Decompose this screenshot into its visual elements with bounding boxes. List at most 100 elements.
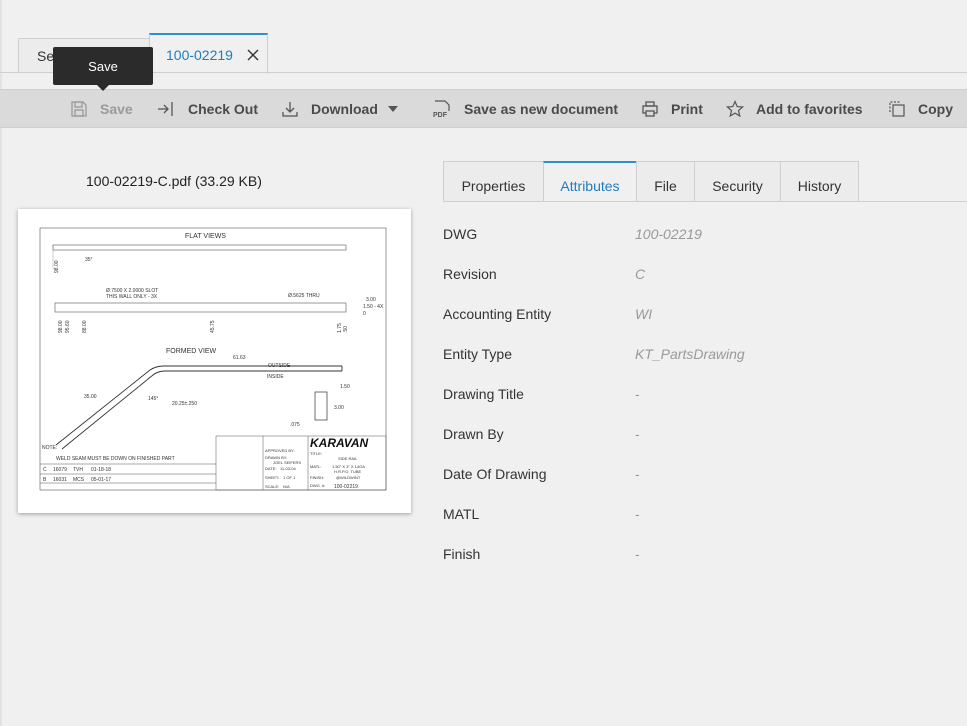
drawing-dim-0: 0 bbox=[363, 311, 366, 317]
drawing-logo: KARAVAN bbox=[310, 436, 369, 450]
attribute-label: Date Of Drawing bbox=[443, 466, 547, 482]
drawing-scale-label: SCALE: bbox=[265, 484, 279, 489]
property-tabs-divider bbox=[443, 201, 967, 202]
attribute-value: 100-02219 bbox=[635, 226, 702, 242]
save-as-new-document-button[interactable]: PDF Save as new document bbox=[432, 90, 618, 128]
attribute-row-date-of-drawing: Date Of Drawing - bbox=[443, 466, 967, 486]
tab-document[interactable]: 100-02219 bbox=[149, 33, 268, 74]
drawing-rev-b-by: MCS bbox=[73, 477, 85, 483]
attribute-row-accounting-entity: Accounting Entity WI bbox=[443, 306, 967, 326]
save-as-new-label: Save as new document bbox=[464, 101, 619, 117]
drawing-rev-c-date: 01-18-18 bbox=[91, 467, 111, 473]
drawing-dim-8800: 88.00 bbox=[82, 320, 88, 333]
drawing-matl-label: MATL: bbox=[310, 464, 321, 469]
attribute-value: - bbox=[635, 546, 640, 562]
drawing-note-label: NOTE: bbox=[42, 445, 57, 451]
drawing-inside-label: INSIDE bbox=[267, 374, 284, 380]
attribute-row-entity-type: Entity Type KT_PartsDrawing bbox=[443, 346, 967, 366]
drawing-wall-label: THIS WALL ONLY - 3X bbox=[106, 294, 158, 300]
attribute-label: DWG bbox=[443, 226, 478, 242]
drawing-preview: FLAT VIEWS 35° 98.00 Ø.7500 X 2.0000 SLO… bbox=[39, 227, 387, 491]
attribute-row-drawn-by: Drawn By - bbox=[443, 426, 967, 446]
attribute-value: - bbox=[635, 386, 640, 402]
copy-label: Copy bbox=[918, 101, 953, 117]
drawing-formed-view-label: FORMED VIEW bbox=[166, 348, 217, 355]
copy-icon bbox=[889, 101, 905, 117]
floppy-disk-icon bbox=[71, 101, 87, 117]
drawing-dim-150: 1.50 bbox=[340, 384, 350, 390]
save-button[interactable]: Save bbox=[70, 90, 133, 128]
print-label: Print bbox=[671, 101, 703, 117]
drawing-approved-label: APPROVED BY: bbox=[265, 448, 295, 453]
svg-text:PDF: PDF bbox=[433, 112, 448, 118]
check-out-button[interactable]: Check Out bbox=[156, 90, 258, 128]
add-to-favorites-button[interactable]: Add to favorites bbox=[726, 90, 863, 128]
attribute-label: Drawn By bbox=[443, 426, 504, 442]
document-preview[interactable]: FLAT VIEWS 35° 98.00 Ø.7500 X 2.0000 SLO… bbox=[18, 209, 411, 513]
drawing-dim-300: 3.00 bbox=[334, 405, 344, 411]
drawing-rev-b-ecn: 16031 bbox=[53, 477, 67, 483]
drawing-date-label: DATE: bbox=[265, 466, 276, 471]
attribute-value: - bbox=[635, 506, 640, 522]
download-label: Download bbox=[311, 101, 378, 117]
pdf-icon: PDF bbox=[433, 100, 450, 118]
attribute-label: Entity Type bbox=[443, 346, 513, 362]
drawing-matl-value2: H.R.P.O. TUBE bbox=[334, 469, 362, 474]
download-button[interactable]: Download bbox=[281, 90, 398, 128]
attribute-row-dwg: DWG 100-02219 bbox=[443, 226, 967, 246]
tab-history[interactable]: History bbox=[780, 161, 859, 201]
add-to-favorites-label: Add to favorites bbox=[756, 101, 863, 117]
drawing-dim-6163: 61.63 bbox=[233, 355, 246, 361]
tab-search-label: Se bbox=[37, 48, 55, 64]
drawing-dim-9560: 95.60 bbox=[65, 320, 71, 333]
tab-security[interactable]: Security bbox=[694, 161, 780, 201]
attribute-row-drawing-title: Drawing Title - bbox=[443, 386, 967, 406]
drawing-dim-98: 98.00 bbox=[54, 260, 60, 273]
drawing-rev-b: B bbox=[43, 477, 47, 483]
drawing-dim-300b: 3.00 bbox=[366, 297, 376, 303]
check-out-icon bbox=[158, 102, 173, 116]
drawing-dim-075: .075 bbox=[290, 422, 300, 428]
drawing-dim-3500: 35.00 bbox=[84, 394, 97, 400]
drawing-rev-c-by: TVH bbox=[73, 467, 83, 473]
attribute-row-revision: Revision C bbox=[443, 266, 967, 286]
drawing-title-value: SIDE RAIL bbox=[338, 456, 358, 461]
toolbar: Save Check Out Download PDF Save as new … bbox=[0, 89, 967, 128]
attribute-label: MATL bbox=[443, 506, 480, 522]
attribute-value: WI bbox=[635, 306, 653, 322]
drawing-dwg-label: DWG. #: bbox=[310, 483, 325, 488]
star-icon bbox=[726, 100, 744, 118]
attribute-row-matl: MATL - bbox=[443, 506, 967, 526]
attribute-value: - bbox=[635, 426, 640, 442]
check-out-label: Check Out bbox=[188, 101, 259, 117]
print-button[interactable]: Print bbox=[641, 90, 703, 128]
drawing-finish-value: @WILDWINT bbox=[336, 475, 361, 480]
drawing-dim-50: .50 bbox=[343, 326, 349, 333]
drawing-dim-4575: 45.75 bbox=[210, 320, 216, 333]
close-icon[interactable] bbox=[246, 48, 260, 62]
drawing-drawn-value: JOEL SEIFERS bbox=[273, 460, 301, 465]
drawing-thru-label: Ø.5625 THRU bbox=[288, 293, 320, 299]
attribute-label: Accounting Entity bbox=[443, 306, 552, 322]
save-tooltip: Save bbox=[53, 47, 153, 85]
drawing-dim-35: 35° bbox=[85, 257, 93, 263]
printer-icon bbox=[642, 101, 658, 117]
attribute-value: KT_PartsDrawing bbox=[635, 346, 745, 362]
attribute-row-finish: Finish - bbox=[443, 546, 967, 566]
attribute-label: Drawing Title bbox=[443, 386, 524, 402]
attribute-value: - bbox=[635, 466, 640, 482]
drawing-sheet-value: 1 OF 1 bbox=[283, 475, 296, 480]
tab-properties[interactable]: Properties bbox=[443, 161, 543, 201]
tab-attributes[interactable]: Attributes bbox=[543, 161, 636, 201]
property-tabs: Properties Attributes File Security Hist… bbox=[443, 161, 859, 201]
copy-button[interactable]: Copy bbox=[888, 90, 953, 128]
drawing-flat-views-label: FLAT VIEWS bbox=[185, 233, 226, 240]
chevron-down-icon bbox=[387, 106, 398, 112]
drawing-sheet-label: SHEET: bbox=[265, 475, 279, 480]
drawing-title-label: TITLE: bbox=[310, 451, 322, 456]
drawing-dim-9800: 98.00 bbox=[58, 320, 64, 333]
attribute-label: Revision bbox=[443, 266, 497, 282]
drawing-weld-note: WELD SEAM MUST BE DOWN ON FINISHED PART bbox=[56, 456, 175, 462]
tab-file[interactable]: File bbox=[636, 161, 694, 201]
attribute-label: Finish bbox=[443, 546, 481, 562]
